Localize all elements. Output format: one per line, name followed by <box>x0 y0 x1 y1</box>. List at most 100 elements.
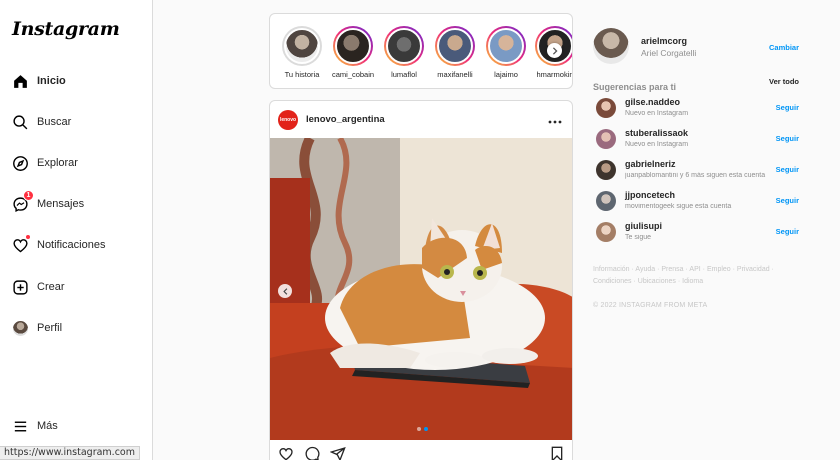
follow-button[interactable]: Seguir <box>776 134 799 143</box>
story-name: lumaflol <box>391 70 417 79</box>
stories-tray: Tu historia cami_cobain lumaflol maxifan… <box>269 13 573 89</box>
current-account: arielmcorg Ariel Corgatelli Cambiar <box>593 27 803 67</box>
story-name: hmarmokin <box>536 70 573 79</box>
browser-status-url: https://www.instagram.com <box>0 446 140 460</box>
suggestions-header: Sugerencias para ti Ver todo <box>593 77 803 95</box>
footer-link-privacy[interactable]: Privacidad <box>737 266 770 273</box>
post-actions <box>278 446 566 460</box>
suggestion-subtitle: Nuevo en Instagram <box>625 110 689 117</box>
story-item[interactable]: lumaflol <box>379 26 429 79</box>
sidebar-item-label: Perfil <box>37 322 63 334</box>
sidebar-item-label: Mensajes <box>37 198 85 210</box>
suggestion-avatar[interactable] <box>596 98 616 118</box>
suggestion-avatar[interactable] <box>596 222 616 242</box>
follow-button[interactable]: Seguir <box>776 165 799 174</box>
save-bookmark-icon[interactable] <box>550 446 564 460</box>
story-avatar <box>335 28 371 64</box>
footer-link-info[interactable]: Información <box>593 266 630 273</box>
heart-icon <box>11 234 31 254</box>
copyright: © 2022 INSTAGRAM FROM META <box>593 302 708 309</box>
account-username[interactable]: arielmcorg <box>641 36 687 46</box>
carousel-dot <box>417 427 421 431</box>
account-avatar[interactable] <box>593 28 629 64</box>
sidebar-item-inicio[interactable]: Inicio <box>0 63 150 99</box>
messenger-icon: 1 <box>11 190 34 213</box>
stories-next-button[interactable] <box>547 43 562 58</box>
profile-avatar <box>11 319 29 337</box>
suggestion-avatar[interactable] <box>596 160 616 180</box>
notification-badge: 1 <box>23 190 34 201</box>
post-username[interactable]: lenovo_argentina <box>306 114 385 125</box>
suggestion-subtitle: movimentogeek sigue esta cuenta <box>625 203 732 210</box>
notification-dot <box>25 234 31 240</box>
comment-icon[interactable] <box>304 446 320 460</box>
story-name: cami_cobain <box>331 70 375 79</box>
suggestion-item: gilse.naddeo Nuevo en Instagram Seguir <box>596 95 803 123</box>
post-header: lenovo lenovo_argentina <box>270 101 572 138</box>
story-avatar <box>437 28 473 64</box>
compass-icon <box>11 154 29 172</box>
post-image[interactable] <box>270 138 572 440</box>
sidebar-item-explorar[interactable]: Explorar <box>0 145 150 181</box>
sidebar-item-crear[interactable]: Crear <box>0 269 150 305</box>
sidebar-item-mensajes[interactable]: 1 Mensajes <box>0 186 150 222</box>
account-full-name: Ariel Corgatelli <box>641 48 697 58</box>
sidebar-item-buscar[interactable]: Buscar <box>0 104 150 140</box>
suggestion-username[interactable]: jjponcetech <box>625 190 675 200</box>
suggestion-avatar[interactable] <box>596 129 616 149</box>
search-icon <box>11 113 29 131</box>
plus-square-icon <box>11 278 29 296</box>
home-icon <box>11 72 29 90</box>
follow-button[interactable]: Seguir <box>776 103 799 112</box>
sidebar-item-label: Explorar <box>37 157 78 169</box>
story-avatar <box>284 28 320 64</box>
sidebar-item-label: Notificaciones <box>37 239 106 251</box>
follow-button[interactable]: Seguir <box>776 196 799 205</box>
story-item[interactable]: lajaimo <box>481 26 531 79</box>
share-send-icon[interactable] <box>329 446 346 460</box>
more-options-icon[interactable] <box>548 112 562 127</box>
sidebar-item-notificaciones[interactable]: Notificaciones <box>0 227 150 263</box>
suggestion-item: giulisupi Te sigue Seguir <box>596 219 803 247</box>
sidebar-item-mas[interactable]: Más <box>0 408 150 444</box>
sidebar: Instagram Inicio Buscar Explorar 1 Mensa… <box>0 0 153 460</box>
suggestion-subtitle: juanpablomantini y 6 más siguen esta cue… <box>625 172 766 179</box>
story-avatar <box>488 28 524 64</box>
suggestion-username[interactable]: stuberalissaok <box>625 128 688 138</box>
image-prev-button[interactable] <box>278 284 292 298</box>
story-item[interactable]: cami_cobain <box>328 26 378 79</box>
post-avatar[interactable]: lenovo <box>278 109 298 130</box>
suggestion-item: gabrielneriz juanpablomantini y 6 más si… <box>596 157 803 185</box>
story-name: Tu historia <box>284 70 320 79</box>
suggestion-username[interactable]: giulisupi <box>625 221 662 231</box>
suggestion-item: jjponcetech movimentogeek sigue esta cue… <box>596 188 803 216</box>
footer-link-press[interactable]: Prensa <box>661 266 683 273</box>
suggestion-username[interactable]: gilse.naddeo <box>625 97 680 107</box>
suggestion-avatar[interactable] <box>596 191 616 211</box>
carousel-dot-active <box>424 427 428 431</box>
footer-link-terms[interactable]: Condiciones <box>593 278 632 285</box>
sidebar-item-label: Crear <box>37 281 65 293</box>
footer-link-language[interactable]: Idioma <box>682 278 703 285</box>
see-all-button[interactable]: Ver todo <box>769 77 799 86</box>
suggestion-subtitle: Te sigue <box>625 234 652 241</box>
chevron-right-icon <box>552 46 558 55</box>
story-item[interactable]: Tu historia <box>277 26 327 79</box>
sidebar-item-perfil[interactable]: Perfil <box>0 310 150 346</box>
suggestion-username[interactable]: gabrielneriz <box>625 159 676 169</box>
footer-link-jobs[interactable]: Empleo <box>707 266 731 273</box>
footer-link-api[interactable]: API <box>689 266 700 273</box>
switch-account-button[interactable]: Cambiar <box>769 43 799 52</box>
footer-link-help[interactable]: Ayuda <box>635 266 655 273</box>
story-name: maxifanelli <box>437 70 473 79</box>
suggestion-subtitle: Nuevo en Instagram <box>625 141 689 148</box>
like-heart-icon[interactable] <box>278 446 294 460</box>
sidebar-item-label: Más <box>37 420 58 432</box>
cat-photo <box>270 138 572 440</box>
story-item[interactable]: maxifanelli <box>430 26 480 79</box>
footer-link-locations[interactable]: Ubicaciones <box>638 278 676 285</box>
footer-links: Información · Ayuda · Prensa · API · Emp… <box>593 266 774 285</box>
follow-button[interactable]: Seguir <box>776 227 799 236</box>
menu-icon <box>11 417 29 435</box>
instagram-logo[interactable]: Instagram <box>12 18 120 40</box>
